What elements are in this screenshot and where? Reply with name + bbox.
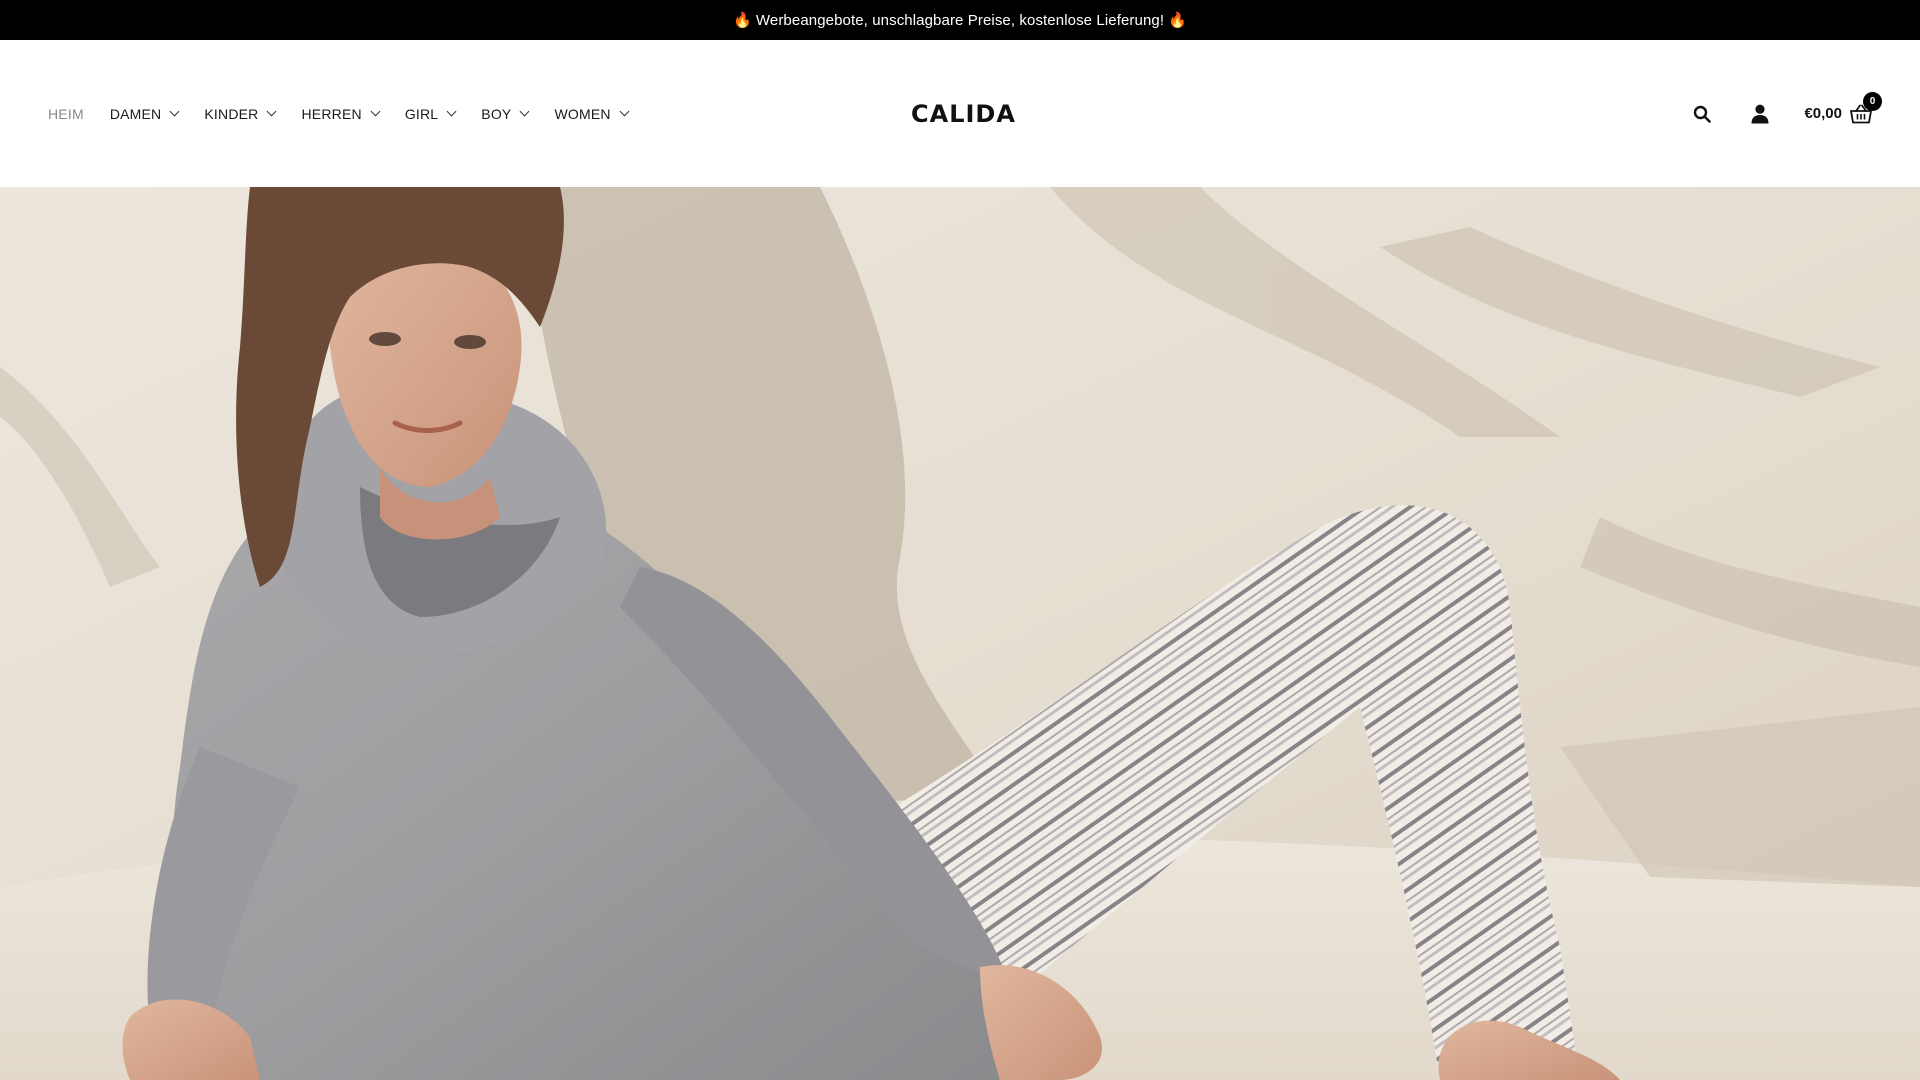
nav-item-label: HEIM — [48, 105, 84, 122]
nav-item-damen[interactable]: DAMEN — [109, 40, 180, 187]
logo-text: CALIDA — [911, 99, 1016, 128]
announcement-text: Werbeangebote, unschlagbare Preise, kost… — [755, 11, 1165, 29]
hero-banner[interactable] — [0, 187, 1920, 1080]
account-button[interactable] — [1742, 96, 1778, 132]
fire-icon: 🔥 — [1168, 12, 1187, 29]
chevron-down-icon — [446, 106, 457, 117]
nav-item-label: GIRL — [404, 105, 439, 122]
nav-item-label: DAMEN — [109, 105, 162, 122]
chevron-down-icon — [520, 106, 530, 117]
nav-item-boy[interactable]: BOY — [481, 40, 530, 187]
cart-total: €0,00 — [1804, 105, 1842, 122]
chevron-down-icon — [169, 106, 180, 117]
chevron-down-icon — [619, 106, 630, 117]
site-logo[interactable]: CALIDA — [911, 40, 1016, 187]
user-icon — [1751, 104, 1769, 123]
nav-item-women[interactable]: WOMEN — [554, 40, 630, 187]
nav-item-heim[interactable]: HEIM — [48, 40, 84, 187]
chevron-down-icon — [267, 106, 277, 117]
cart-button[interactable]: €0,00 0 — [1804, 91, 1882, 124]
nav-item-girl[interactable]: GIRL — [404, 40, 457, 187]
cart-count-badge: 0 — [1863, 91, 1882, 111]
nav-item-herren[interactable]: HERREN — [301, 40, 381, 187]
fire-icon: 🔥 — [733, 12, 752, 29]
chevron-down-icon — [370, 106, 381, 117]
nav-item-kinder[interactable]: KINDER — [204, 40, 277, 187]
nav-item-label: WOMEN — [554, 105, 611, 122]
main-nav: HEIM DAMEN KINDER HERREN GIRL BOY WOMEN — [48, 40, 654, 187]
search-icon — [1694, 105, 1712, 123]
search-button[interactable] — [1684, 96, 1720, 132]
hero-image — [0, 187, 1920, 1080]
site-header: HEIM DAMEN KINDER HERREN GIRL BOY WOMEN … — [0, 40, 1920, 187]
nav-item-label: HERREN — [301, 105, 362, 122]
header-actions: €0,00 0 — [1684, 40, 1882, 187]
nav-item-label: KINDER — [204, 105, 259, 122]
announcement-bar: 🔥 Werbeangebote, unschlagbare Preise, ko… — [0, 0, 1920, 40]
nav-item-label: BOY — [481, 105, 512, 122]
